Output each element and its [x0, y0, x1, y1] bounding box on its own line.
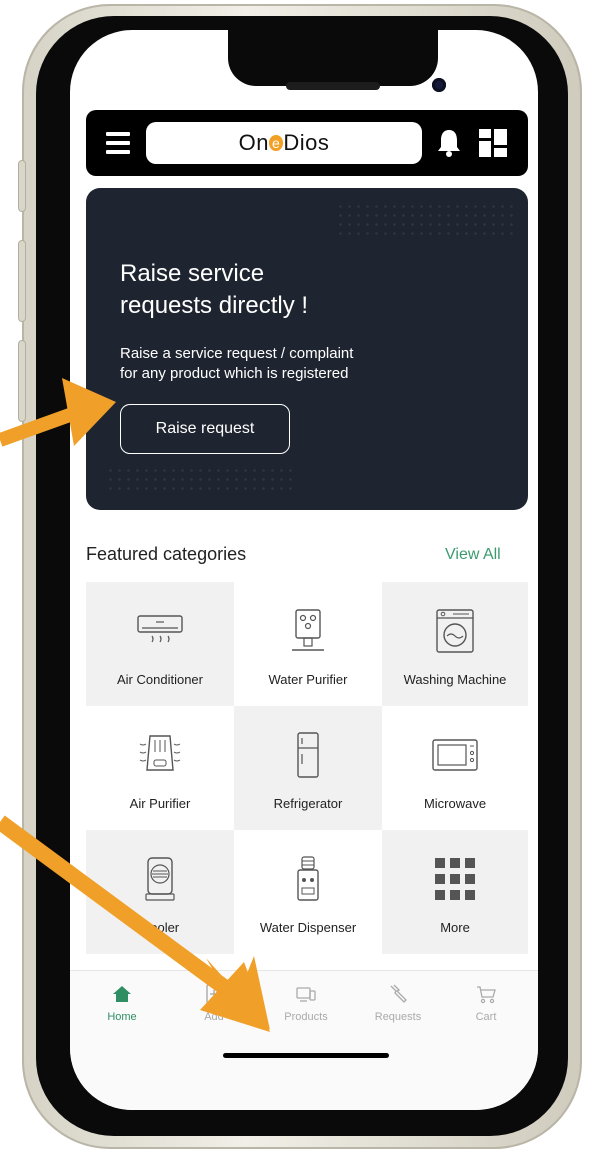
arrow-to-raise-request — [0, 378, 116, 447]
arrow-to-products — [0, 815, 270, 1032]
annotation-arrows — [0, 378, 270, 1032]
app-screenshot: On e Dios Raise service requests directly … — [0, 0, 592, 1152]
